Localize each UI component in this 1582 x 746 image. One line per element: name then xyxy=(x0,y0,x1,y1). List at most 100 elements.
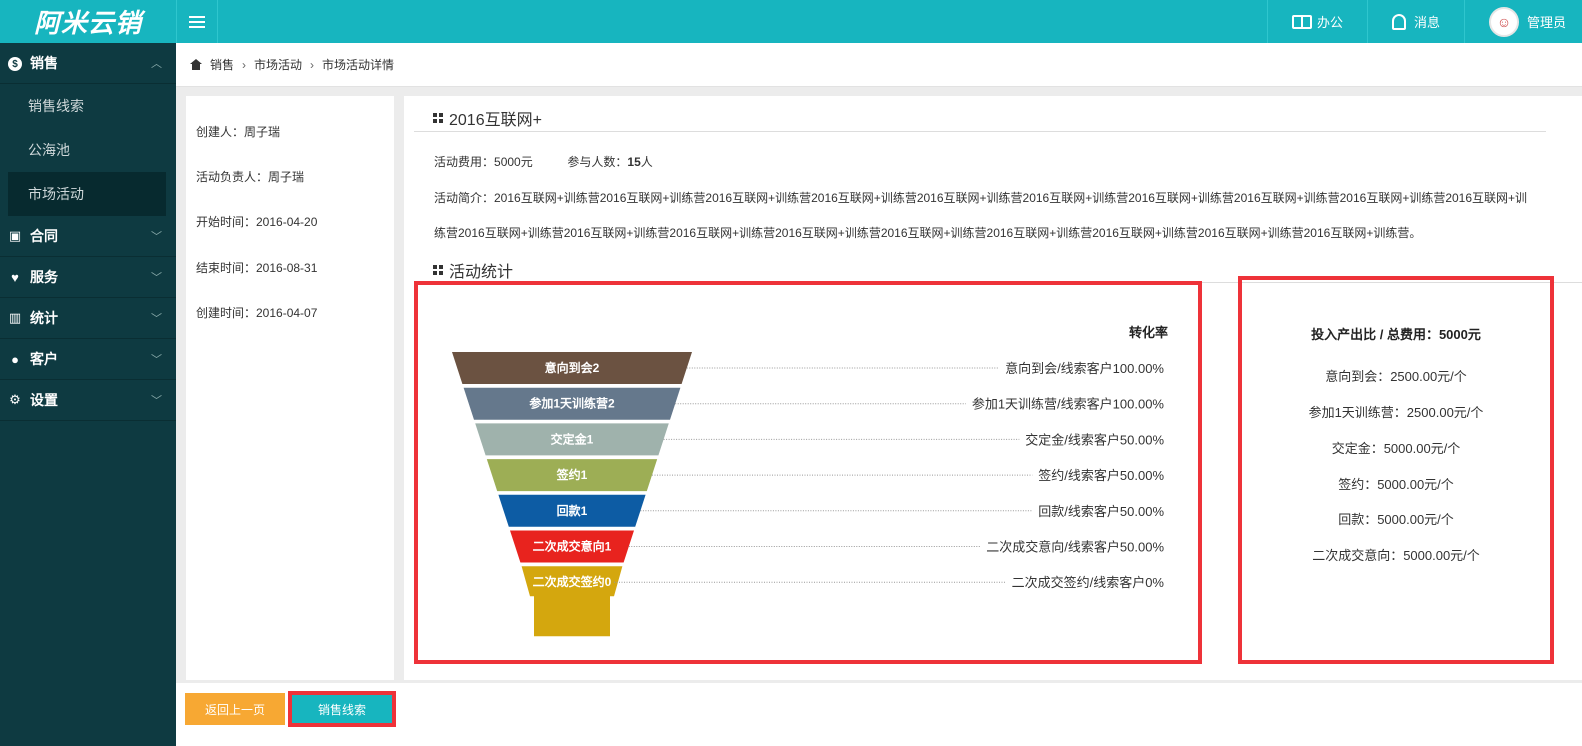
participants-value: 15 xyxy=(627,155,641,169)
office-label: 办公 xyxy=(1316,15,1343,30)
roi-row: 二次成交意向：5000.00元/个 xyxy=(1312,548,1480,563)
roi-row: 签约：5000.00元/个 xyxy=(1338,477,1454,492)
roi-row: 交定金：5000.00元/个 xyxy=(1331,441,1461,456)
messages-label: 消息 xyxy=(1413,15,1440,30)
stats-title-text: 活动统计 xyxy=(449,264,514,281)
owner-text: 活动负责人：周子瑞 xyxy=(196,170,305,184)
funnel-chart: 转化率意向到会2 意向到会/线索客户100.00% 参加1天训练营2 参加1天训练营/… xyxy=(452,325,1169,637)
participants-label: 参与人数： xyxy=(567,155,628,169)
top-right-nav: 办公 消息 ☺ 管理员 xyxy=(1266,0,1582,43)
dollar-icon: $ xyxy=(8,55,22,72)
funnel-rate-label: 交定金/线索客户50.00% xyxy=(1025,432,1164,447)
sidebar-group-customer[interactable]: ● 客户 ﹀ xyxy=(0,339,176,380)
funnel-segment-label: 二次成交意向1 xyxy=(533,539,612,554)
logo-text: 阿米云销 xyxy=(33,8,142,38)
messages-button[interactable]: 消息 xyxy=(1366,0,1464,43)
sidebar-group-label: 合同 xyxy=(30,228,58,244)
grid-icon xyxy=(433,265,443,275)
funnel-segment-label: 回款1 xyxy=(557,503,588,518)
heart-icon: ♥ xyxy=(11,269,19,285)
breadcrumb: 销售 › 市场活动 › 市场活动详情 xyxy=(176,43,1582,87)
sidebar-group-label: 客户 xyxy=(30,351,58,367)
breadcrumb-item[interactable]: 销售 xyxy=(210,56,234,73)
user-icon: ● xyxy=(11,351,19,367)
funnel-segment-label: 二次成交签约0 xyxy=(533,574,612,589)
funnel-segment-label: 交定金1 xyxy=(551,431,594,446)
sidebar-item-label: 销售线索 xyxy=(28,98,84,114)
top-bar: 阿米云销 办公 消息 ☺ 管理员 xyxy=(0,0,1582,43)
chevron-right-icon: › xyxy=(310,57,315,72)
bell-icon xyxy=(1391,13,1406,30)
sidebar-item-label: 市场活动 xyxy=(28,186,84,202)
sidebar-group-label: 设置 xyxy=(30,392,58,408)
sidebar-item-sales-leads[interactable]: 销售线索 xyxy=(0,84,176,128)
roi-row: 意向到会：2500.00元/个 xyxy=(1325,369,1467,384)
cost-label: 活动费用： xyxy=(434,155,495,169)
creator-text: 创建人：周子瑞 xyxy=(196,125,281,139)
funnel-segment-label: 签约1 xyxy=(556,467,588,482)
sidebar-group-label: 统计 xyxy=(30,310,58,326)
cost-value: 5000元 xyxy=(494,155,533,169)
sidebar-group-service[interactable]: ♥ 服务 ﹀ xyxy=(0,257,176,298)
activity-title-text: 2016互联网+ xyxy=(449,112,542,129)
chevron-down-icon: ﹀ xyxy=(151,354,162,366)
funnel-rate-label: 参加1天训练营/线索客户100.00% xyxy=(972,397,1165,412)
roi-row: 回款：5000.00元/个 xyxy=(1338,512,1454,527)
hamburger-icon xyxy=(189,20,205,23)
funnel-chart-box: 转化率意向到会2 意向到会/线索客户100.00% 参加1天训练营2 参加1天训练营/… xyxy=(414,281,1202,664)
sidebar-group-settings[interactable]: ⚙ 设置 ﹀ xyxy=(0,380,176,421)
activity-meta: 活动费用：5000元 参与人数：15人 xyxy=(434,153,653,170)
grid-icon xyxy=(433,113,443,123)
sidebar: $ 销售 ︿ 销售线索 公海池 市场活动 ▣ 合同 ﹀ ♥ 服务 ﹀ ▥ 统计 … xyxy=(0,43,176,746)
activity-info-panel: 创建人：周子瑞 活动负责人：周子瑞 开始时间：2016-04-20 结束时间：2… xyxy=(186,96,394,680)
participants-unit: 人 xyxy=(640,155,653,169)
menu-toggle-button[interactable] xyxy=(176,0,218,43)
chart-title: 转化率 xyxy=(1129,325,1168,340)
bar-chart-icon: ▥ xyxy=(8,310,22,325)
sidebar-group-label: 销售 xyxy=(30,55,58,71)
gear-icon: ⚙ xyxy=(9,392,21,407)
sales-leads-button[interactable]: 销售线索 xyxy=(288,691,396,727)
office-button[interactable]: 办公 xyxy=(1266,0,1367,43)
sidebar-group-sales[interactable]: $ 销售 ︿ xyxy=(0,43,176,84)
avatar: ☺ xyxy=(1488,6,1519,37)
funnel-rate-label: 回款/线索客户50.00% xyxy=(1038,504,1164,519)
divider xyxy=(414,131,1546,132)
chevron-down-icon: ﹀ xyxy=(151,231,162,243)
chevron-up-icon: ︿ xyxy=(151,58,162,70)
contract-icon: ▣ xyxy=(8,228,22,243)
funnel-segment-label: 参加1天训练营2 xyxy=(529,396,615,411)
sidebar-group-contract[interactable]: ▣ 合同 ﹀ xyxy=(0,216,176,257)
user-menu[interactable]: ☺ 管理员 xyxy=(1463,0,1582,43)
roi-title: 投入产出比 / 总费用：5000元 xyxy=(1311,327,1481,342)
chevron-down-icon: ﹀ xyxy=(151,395,162,407)
stats-title: 活动统计 xyxy=(433,258,513,282)
funnel-rate-label: 二次成交签约/线索客户0% xyxy=(1012,575,1165,590)
roi-row: 参加1天训练营：2500.00元/个 xyxy=(1308,405,1484,420)
start-time-text: 开始时间：2016-04-20 xyxy=(196,215,318,229)
chevron-down-icon: ﹀ xyxy=(151,272,162,284)
action-bar: 返回上一页 销售线索 xyxy=(176,683,1582,746)
end-time-text: 结束时间：2016-08-31 xyxy=(196,261,318,275)
sidebar-group-label: 服务 xyxy=(30,269,58,285)
funnel-rate-label: 二次成交意向/线索客户50.00% xyxy=(986,540,1164,555)
roi-panel: 投入产出比 / 总费用：5000元 意向到会：2500.00元/个 参加1天训练… xyxy=(1238,276,1554,664)
back-button[interactable]: 返回上一页 xyxy=(185,693,285,725)
funnel-rate-label: 签约/线索客户50.00% xyxy=(1038,468,1164,483)
chevron-down-icon: ﹀ xyxy=(151,313,162,325)
chevron-right-icon: › xyxy=(242,57,247,72)
sidebar-item-marketing[interactable]: 市场活动 xyxy=(8,172,166,216)
activity-title: 2016互联网+ xyxy=(433,106,542,130)
app-logo[interactable]: 阿米云销 xyxy=(0,0,176,43)
funnel-rate-label: 意向到会/线索客户100.00% xyxy=(1005,361,1164,376)
breadcrumb-item: 市场活动详情 xyxy=(322,58,395,72)
funnel-segment-label: 意向到会2 xyxy=(545,360,600,375)
sidebar-group-stats[interactable]: ▥ 统计 ﹀ xyxy=(0,298,176,339)
home-icon xyxy=(190,59,202,70)
sidebar-item-label: 公海池 xyxy=(28,142,70,158)
book-icon xyxy=(1291,14,1312,29)
breadcrumb-item[interactable]: 市场活动 xyxy=(254,56,302,73)
created-time-text: 创建时间：2016-04-07 xyxy=(196,306,318,320)
sidebar-item-public-pool[interactable]: 公海池 xyxy=(0,128,176,172)
activity-description: 活动简介：2016互联网+训练营2016互联网+训练营2016互联网+训练营20… xyxy=(434,191,1528,240)
